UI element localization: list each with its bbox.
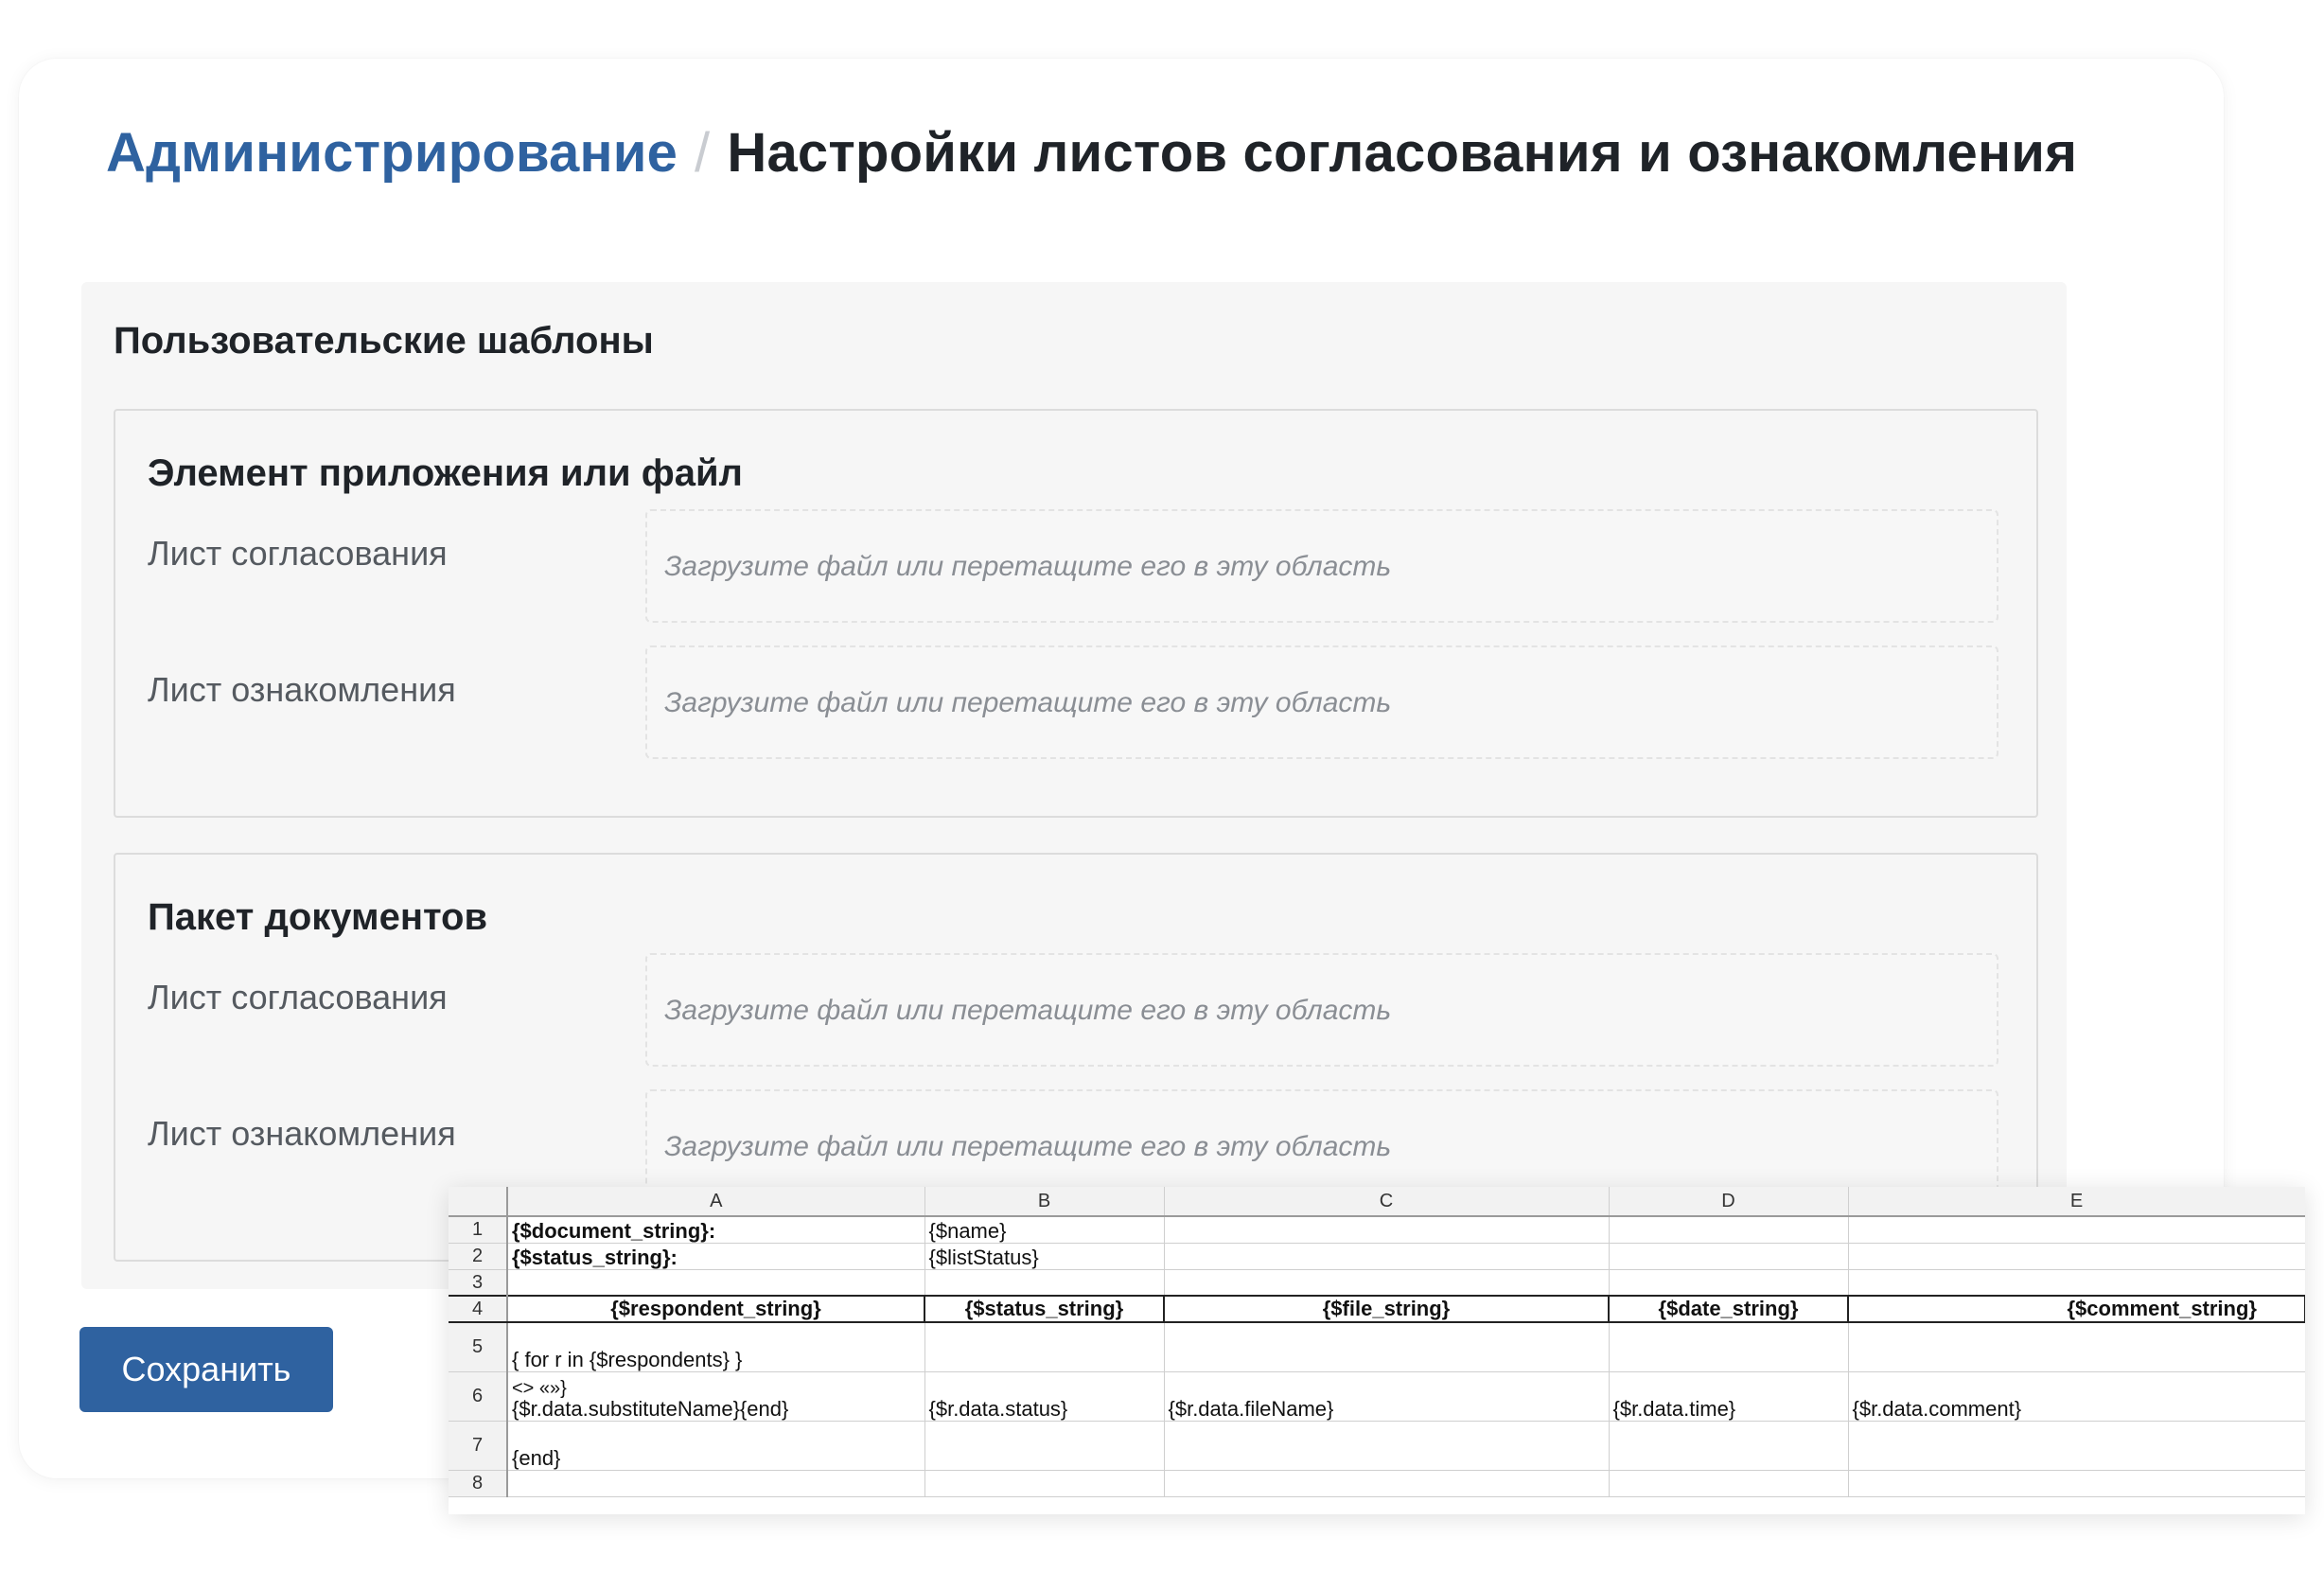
sheet-corner[interactable] <box>449 1187 508 1217</box>
spreadsheet-template-preview: A B C D E 1 {$document_string}: {$name} … <box>449 1187 2305 1514</box>
cell-b2[interactable]: {$listStatus} <box>924 1243 1165 1270</box>
cell-a4[interactable]: {$respondent_string} <box>507 1295 925 1323</box>
cell-a2[interactable]: {$status_string}: <box>507 1243 925 1270</box>
cell-c3[interactable] <box>1164 1269 1610 1297</box>
table-row: 3 <box>449 1269 2305 1297</box>
cell-b4[interactable]: {$status_string} <box>924 1295 1165 1323</box>
cell-c1[interactable] <box>1164 1216 1610 1244</box>
cell-a5[interactable]: { for r in {$respondents} } <box>507 1322 925 1372</box>
group-app-element-or-file: Элемент приложения или файл Лист согласо… <box>114 409 2038 818</box>
cell-d4[interactable]: {$date_string} <box>1609 1295 1849 1323</box>
row-label-familiarization-sheet: Лист ознакомления <box>148 670 456 709</box>
table-row: 1 {$document_string}: {$name} <box>449 1216 2305 1244</box>
cell-b7[interactable] <box>924 1421 1165 1471</box>
table-row: 7 {end} <box>449 1421 2305 1471</box>
cell-c8[interactable] <box>1164 1470 1610 1497</box>
table-row: 6 <> «»} {$r.data.substituteName}{end} {… <box>449 1371 2305 1422</box>
cell-c5[interactable] <box>1164 1322 1610 1372</box>
cell-d8[interactable] <box>1609 1470 1849 1497</box>
table-row: 2 {$status_string}: {$listStatus} <box>449 1243 2305 1270</box>
breadcrumb: Администрирование / Настройки листов согла… <box>106 121 2077 185</box>
cell-e1[interactable] <box>1848 1216 2305 1244</box>
column-header-e[interactable]: E <box>1848 1187 2305 1217</box>
cell-e8[interactable] <box>1848 1470 2305 1497</box>
cell-e7[interactable] <box>1848 1421 2305 1471</box>
cell-a8[interactable] <box>507 1470 925 1497</box>
row-number[interactable]: 3 <box>449 1269 508 1297</box>
column-header-c[interactable]: C <box>1164 1187 1610 1217</box>
row-number[interactable]: 8 <box>449 1470 508 1497</box>
row-number[interactable]: 6 <box>449 1371 508 1422</box>
cell-b3[interactable] <box>924 1269 1165 1297</box>
row-number[interactable]: 5 <box>449 1322 508 1372</box>
column-header-a[interactable]: A <box>507 1187 925 1217</box>
cell-c4[interactable]: {$file_string} <box>1164 1295 1610 1323</box>
cell-a7[interactable]: {end} <box>507 1421 925 1471</box>
cell-c6[interactable]: {$r.data.fileName} <box>1164 1371 1610 1422</box>
cell-b5[interactable] <box>924 1322 1165 1372</box>
table-row-header: 4 {$respondent_string} {$status_string} … <box>449 1295 2305 1323</box>
cell-c7[interactable] <box>1164 1421 1610 1471</box>
cell-e4[interactable]: {$comment_string} <box>1848 1295 2305 1323</box>
dropzone-placeholder: Загрузите файл или перетащите его в эту … <box>664 687 1392 718</box>
column-header-d[interactable]: D <box>1609 1187 1849 1217</box>
column-header-b[interactable]: B <box>924 1187 1165 1217</box>
cell-e6[interactable]: {$r.data.comment} <box>1848 1371 2305 1422</box>
cell-e3[interactable] <box>1848 1269 2305 1297</box>
row-number[interactable]: 7 <box>449 1421 508 1471</box>
cell-c2[interactable] <box>1164 1243 1610 1270</box>
file-dropzone-approval-sheet[interactable]: Загрузите файл или перетащите его в эту … <box>645 509 1998 623</box>
file-dropzone-familiarization-sheet[interactable]: Загрузите файл или перетащите его в эту … <box>645 1089 1998 1203</box>
custom-templates-section: Пользовательские шаблоны Элемент приложе… <box>81 282 2067 1289</box>
cell-a1[interactable]: {$document_string}: <box>507 1216 925 1244</box>
file-dropzone-familiarization-sheet[interactable]: Загрузите файл или перетащите его в эту … <box>645 645 1998 759</box>
row-number[interactable]: 1 <box>449 1216 508 1244</box>
table-row: 5 { for r in {$respondents} } <box>449 1322 2305 1372</box>
dropzone-placeholder: Загрузите файл или перетащите его в эту … <box>664 995 1392 1026</box>
cell-e5[interactable] <box>1848 1322 2305 1372</box>
cell-d6[interactable]: {$r.data.time} <box>1609 1371 1849 1422</box>
cell-d1[interactable] <box>1609 1216 1849 1244</box>
cell-a6-line1: <> «»} <box>512 1377 567 1399</box>
cell-a6-line2: {$r.data.substituteName}{end} <box>512 1396 789 1421</box>
column-header-row: A B C D E <box>449 1187 2305 1217</box>
row-number[interactable]: 4 <box>449 1295 508 1323</box>
cell-d5[interactable] <box>1609 1322 1849 1372</box>
cell-d7[interactable] <box>1609 1421 1849 1471</box>
section-title: Пользовательские шаблоны <box>114 320 654 362</box>
cell-b1[interactable]: {$name} <box>924 1216 1165 1244</box>
breadcrumb-link-administration[interactable]: Администрирование <box>106 122 678 184</box>
row-label-approval-sheet: Лист согласования <box>148 534 448 573</box>
save-button[interactable]: Сохранить <box>79 1327 333 1412</box>
row-number[interactable]: 2 <box>449 1243 508 1270</box>
cell-e2[interactable] <box>1848 1243 2305 1270</box>
row-label-familiarization-sheet: Лист ознакомления <box>148 1114 456 1153</box>
cell-b8[interactable] <box>924 1470 1165 1497</box>
group-title: Пакет документов <box>148 896 488 938</box>
file-dropzone-approval-sheet[interactable]: Загрузите файл или перетащите его в эту … <box>645 953 1998 1067</box>
page-title: Настройки листов согласования и ознакомл… <box>727 122 2078 184</box>
cell-b6[interactable]: {$r.data.status} <box>924 1371 1165 1422</box>
group-title: Элемент приложения или файл <box>148 452 743 494</box>
table-row: 8 <box>449 1470 2305 1497</box>
cell-d3[interactable] <box>1609 1269 1849 1297</box>
cell-a6[interactable]: <> «»} {$r.data.substituteName}{end} <box>507 1371 925 1422</box>
dropzone-placeholder: Загрузите файл или перетащите его в эту … <box>664 1131 1392 1162</box>
breadcrumb-separator: / <box>695 122 711 184</box>
dropzone-placeholder: Загрузите файл или перетащите его в эту … <box>664 551 1392 582</box>
spreadsheet-table: A B C D E 1 {$document_string}: {$name} … <box>449 1187 2305 1497</box>
cell-d2[interactable] <box>1609 1243 1849 1270</box>
cell-a3[interactable] <box>507 1269 925 1297</box>
row-label-approval-sheet: Лист согласования <box>148 978 448 1016</box>
